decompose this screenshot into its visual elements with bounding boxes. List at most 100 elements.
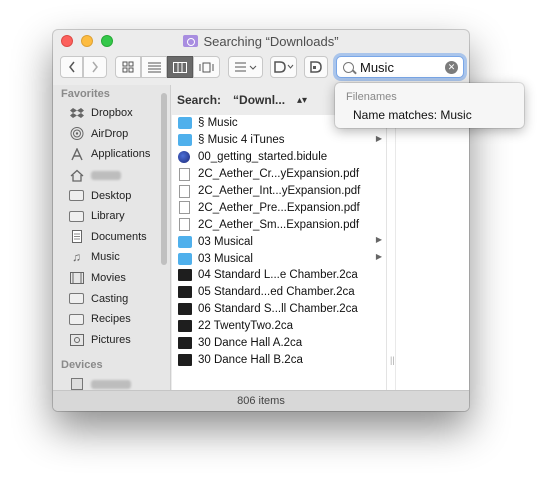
- list-item[interactable]: 05 Standard...ed Chamber.2ca: [172, 284, 386, 301]
- list-icon: [147, 62, 161, 72]
- pdf-file-icon: [179, 218, 190, 232]
- sidebar-item-movies[interactable]: Movies: [53, 268, 170, 289]
- home-icon: [69, 169, 84, 182]
- disclosure-arrow-icon: ▶: [375, 252, 382, 262]
- file-name: 2C_Aether_Pre...Expansion.pdf: [198, 201, 360, 214]
- search-field[interactable]: Music ✕: [336, 56, 464, 78]
- blurred-username: [91, 170, 121, 180]
- sidebar-item-label: Documents: [91, 230, 147, 243]
- applications-icon: [69, 147, 84, 161]
- close-button[interactable]: [61, 35, 73, 47]
- list-item[interactable]: 04 Standard L...e Chamber.2ca: [172, 267, 386, 284]
- disclosure-arrow-icon: ▶: [375, 235, 382, 245]
- maximize-button[interactable]: [101, 35, 113, 47]
- list-item[interactable]: 22 TwentyTwo.2ca: [172, 318, 386, 335]
- sidebar-item-label: Music: [91, 251, 120, 264]
- dropbox-icon: [69, 107, 84, 120]
- titlebar: Searching “Downloads”: [53, 30, 469, 52]
- list-item[interactable]: 30 Dance Hall A.2ca: [172, 335, 386, 352]
- list-item[interactable]: 2C_Aether_Int...yExpansion.pdf: [172, 183, 386, 200]
- sidebar-item-label: AirDrop: [91, 127, 129, 140]
- airdrop-icon: [69, 127, 84, 141]
- list-item[interactable]: 03 Musical ▶: [172, 250, 386, 267]
- forward-button[interactable]: [83, 56, 107, 78]
- sidebar-item-music[interactable]: ♫ Music: [53, 247, 170, 268]
- document-file-icon: [178, 303, 192, 316]
- search-scope-label: Search:: [177, 93, 222, 107]
- sidebar-item-label: Applications: [91, 148, 151, 161]
- pdf-file-icon: [179, 201, 190, 215]
- sidebar-item-label: Dropbox: [91, 107, 133, 120]
- list-item[interactable]: 06 Standard S...ll Chamber.2ca: [172, 301, 386, 318]
- arrange-icon: [234, 62, 256, 71]
- bidule-file-icon: [178, 151, 190, 164]
- sidebar-item-label: Recipes: [91, 313, 131, 326]
- file-name: § Music 4 iTunes: [198, 134, 285, 147]
- file-name: 2C_Aether_Sm...Expansion.pdf: [198, 218, 360, 231]
- folder-icon: [178, 117, 192, 130]
- folder-icon: [178, 235, 192, 248]
- pdf-file-icon: [179, 184, 190, 198]
- sidebar-item-label: Desktop: [91, 189, 132, 202]
- list-item[interactable]: 30 Dance Hall B.2ca: [172, 351, 386, 368]
- list-item[interactable]: 00_getting_started.bidule: [172, 149, 386, 166]
- search-scope-selector[interactable]: “Downl...: [233, 93, 285, 107]
- share-button[interactable]: [304, 56, 328, 78]
- action-button[interactable]: [270, 56, 297, 78]
- minimize-button[interactable]: [81, 35, 93, 47]
- back-button[interactable]: [60, 56, 83, 78]
- coverflow-icon: [199, 62, 214, 72]
- file-name: 03 Musical: [198, 252, 253, 265]
- grid-icon: [122, 61, 134, 73]
- toolbar: Music ✕: [53, 53, 469, 83]
- action-icon: [273, 61, 293, 73]
- smart-folder-icon: [183, 35, 199, 47]
- list-view-button[interactable]: [141, 56, 167, 78]
- blurred-device-name: [91, 379, 131, 389]
- folder-icon: [178, 252, 192, 265]
- clear-search-icon[interactable]: ✕: [445, 61, 458, 74]
- sidebar-item-dropbox[interactable]: Dropbox: [53, 103, 170, 124]
- documents-icon: [69, 230, 84, 244]
- document-file-icon: [178, 337, 192, 350]
- sidebar-item-pictures[interactable]: Pictures: [53, 330, 170, 351]
- file-list-column: § Music § Music 4 iTunes ▶ 00_getting_sta…: [172, 115, 386, 390]
- column-resize-handle[interactable]: ||: [390, 355, 395, 365]
- share-icon: [310, 61, 322, 73]
- sidebar-item-applications[interactable]: Applications: [53, 144, 170, 165]
- file-name: 06 Standard S...ll Chamber.2ca: [198, 303, 358, 316]
- coverflow-view-button[interactable]: [193, 56, 220, 78]
- sidebar-item-recipes[interactable]: Recipes: [53, 309, 170, 330]
- sidebar-item-airdrop[interactable]: AirDrop: [53, 124, 170, 145]
- file-name: 22 TwentyTwo.2ca: [198, 320, 294, 333]
- file-name: 2C_Aether_Cr...yExpansion.pdf: [198, 168, 360, 181]
- sidebar-item-desktop[interactable]: Desktop: [53, 185, 170, 206]
- item-count: 806 items: [237, 395, 285, 407]
- file-name: 00_getting_started.bidule: [198, 151, 328, 164]
- sidebar-item-library[interactable]: Library: [53, 206, 170, 227]
- icon-view-button[interactable]: [115, 56, 141, 78]
- suggestion-name-matches[interactable]: Name matches: Music: [353, 108, 472, 122]
- list-item[interactable]: 2C_Aether_Pre...Expansion.pdf: [172, 199, 386, 216]
- arrange-button[interactable]: [228, 56, 263, 78]
- column-view-button[interactable]: [167, 56, 193, 78]
- list-item[interactable]: § Music 4 iTunes ▶: [172, 132, 386, 149]
- sidebar-item-casting[interactable]: Casting: [53, 288, 170, 309]
- status-bar: 806 items: [53, 390, 469, 411]
- sidebar-item-home[interactable]: [53, 165, 170, 186]
- file-name: 2C_Aether_Int...yExpansion.pdf: [198, 185, 361, 197]
- file-name: 04 Standard L...e Chamber.2ca: [198, 269, 358, 282]
- sidebar: Favorites Dropbox AirDrop Applications D…: [53, 85, 171, 390]
- document-file-icon: [178, 286, 192, 299]
- sidebar-scrollbar[interactable]: [161, 93, 167, 265]
- sidebar-item-label: Pictures: [91, 333, 131, 346]
- sidebar-devices-header: Devices: [61, 359, 103, 372]
- empty-column: ||: [386, 115, 469, 390]
- sidebar-item-label: Library: [91, 210, 125, 223]
- list-item[interactable]: 03 Musical ▶: [172, 233, 386, 250]
- list-item[interactable]: 2C_Aether_Sm...Expansion.pdf: [172, 216, 386, 233]
- sidebar-item-documents[interactable]: Documents: [53, 227, 170, 248]
- file-name: 30 Dance Hall B.2ca: [198, 353, 303, 366]
- sidebar-item-device[interactable]: [53, 374, 170, 390]
- list-item[interactable]: 2C_Aether_Cr...yExpansion.pdf: [172, 166, 386, 183]
